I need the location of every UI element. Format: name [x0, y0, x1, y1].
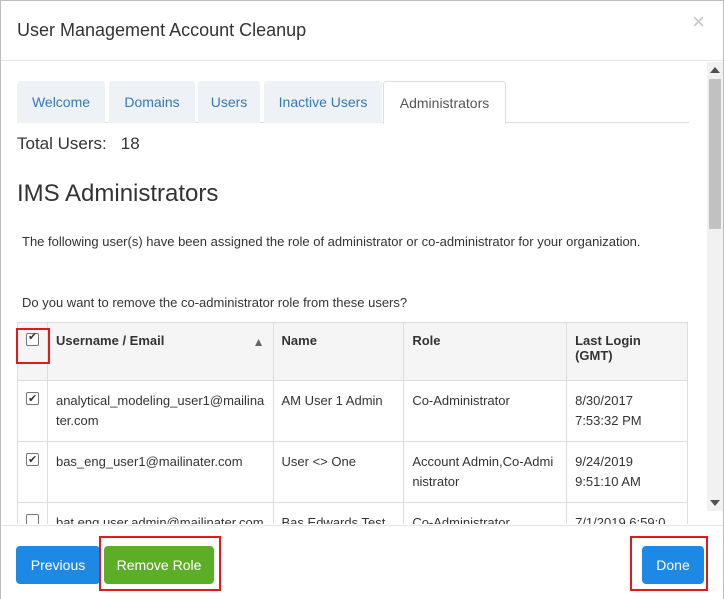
- previous-button[interactable]: Previous: [16, 546, 100, 584]
- scroll-down-arrow-icon[interactable]: [710, 500, 720, 506]
- section-description: The following user(s) have been assigned…: [22, 234, 641, 249]
- row-select-cell: [17, 380, 48, 442]
- table-row: bas_eng_user1@mailinater.com User <> One…: [17, 441, 688, 503]
- administrators-table: Username / Email ▲ Name Role Last Login …: [17, 322, 688, 524]
- select-all-highlight-box: [16, 328, 50, 364]
- username-cell: bas_eng_user1@mailinater.com: [46, 441, 274, 503]
- modal-header: User Management Account Cleanup ×: [1, 1, 723, 61]
- account-cleanup-modal: User Management Account Cleanup × Welcom…: [0, 0, 724, 599]
- sort-ascending-icon[interactable]: ▲: [253, 335, 265, 349]
- row-checkbox[interactable]: [26, 389, 39, 409]
- row-checkbox[interactable]: [26, 514, 39, 524]
- row-checkbox[interactable]: [26, 450, 39, 470]
- column-header-role[interactable]: Role: [403, 322, 568, 381]
- row-select-cell: [17, 441, 48, 503]
- table-row: bat.eng.user.admin@mailinater.com Bas Ed…: [17, 502, 688, 524]
- role-cell: Co-Administrator: [403, 380, 568, 442]
- column-header-name[interactable]: Name: [272, 322, 405, 381]
- name-cell: User <> One: [272, 441, 405, 503]
- tab-inactive-users[interactable]: Inactive Users: [264, 81, 382, 123]
- total-users-count: 18: [120, 134, 140, 153]
- table-row: analytical_modeling_user1@mailinater.com…: [17, 380, 688, 442]
- remove-role-highlight-box: [99, 536, 221, 591]
- name-cell: Bas Edwards Test: [272, 502, 405, 524]
- column-header-username-label: Username / Email: [55, 333, 165, 348]
- modal-body: Welcome Domains Users Inactive Users Adm…: [1, 62, 707, 524]
- last-login-cell: 7/1/2019 6:59:0: [566, 502, 688, 524]
- last-login-cell: 9/24/2019 9:51:10 AM: [566, 441, 688, 503]
- section-title: IMS Administrators: [17, 180, 219, 207]
- role-cell: Co-Administrator: [403, 502, 568, 524]
- role-cell: Account Admin,Co-Administrator: [403, 441, 568, 503]
- table-header-row: Username / Email ▲ Name Role Last Login …: [17, 322, 688, 381]
- tab-domains[interactable]: Domains: [109, 81, 195, 123]
- column-header-username[interactable]: Username / Email ▲: [46, 322, 274, 381]
- modal-title: User Management Account Cleanup: [17, 20, 307, 40]
- total-users-label: Total Users:: [17, 134, 107, 153]
- username-cell: analytical_modeling_user1@mailinater.com: [46, 380, 274, 442]
- username-cell: bat.eng.user.admin@mailinater.com: [46, 502, 274, 524]
- total-users: Total Users: 18: [17, 134, 140, 154]
- name-cell: AM User 1 Admin: [272, 380, 405, 442]
- row-select-cell: [17, 502, 48, 524]
- tab-welcome[interactable]: Welcome: [17, 81, 105, 123]
- close-icon[interactable]: ×: [692, 11, 705, 33]
- scroll-up-arrow-icon[interactable]: [710, 67, 720, 73]
- tab-bar: Welcome Domains Users Inactive Users Adm…: [17, 81, 689, 124]
- done-highlight-box: [630, 536, 708, 591]
- last-login-cell: 8/30/2017 7:53:32 PM: [566, 380, 688, 442]
- vertical-scrollbar[interactable]: [707, 62, 723, 511]
- remove-role-question: Do you want to remove the co-administrat…: [22, 295, 408, 310]
- tab-users[interactable]: Users: [198, 81, 260, 123]
- tab-administrators[interactable]: Administrators: [383, 81, 506, 124]
- column-header-last-login[interactable]: Last Login (GMT): [566, 322, 688, 381]
- scroll-thumb[interactable]: [709, 79, 721, 229]
